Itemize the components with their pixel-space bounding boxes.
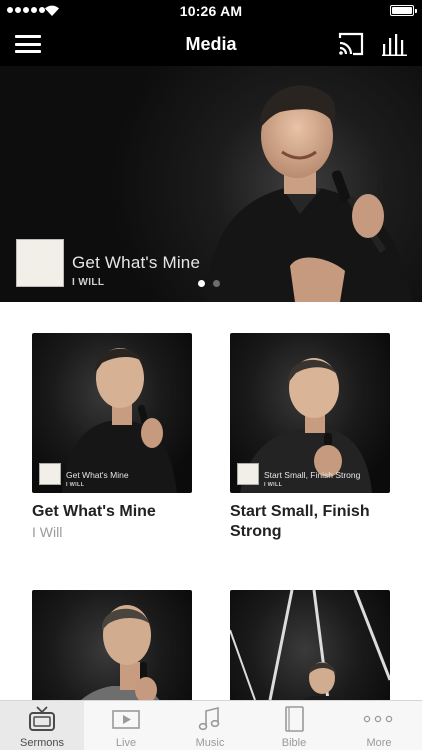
video-icon (112, 710, 140, 729)
sermon-title: Start Small, Finish Strong (230, 503, 370, 540)
series-artwork-thumbnail (39, 463, 61, 485)
music-note-icon (198, 706, 220, 731)
tab-music[interactable]: Music (168, 701, 252, 750)
page-dot[interactable] (213, 280, 220, 287)
more-dots-icon (363, 715, 393, 723)
featured-sermon-banner[interactable]: Get What's Mine I WILL (0, 66, 422, 302)
status-time: 10:26 AM (179, 3, 243, 19)
tab-more[interactable]: More (336, 701, 422, 750)
tab-label: Sermons (19, 737, 65, 749)
tab-bar: Sermons Live Music Bible More (0, 700, 422, 750)
thumbnail-series: I WILL (66, 482, 85, 488)
tab-live[interactable]: Live (84, 701, 168, 750)
tab-sermons[interactable]: Sermons (0, 701, 84, 750)
thumbnail-series: I WILL (264, 482, 283, 488)
cast-icon[interactable] (337, 31, 365, 57)
navigation-bar: Media (0, 22, 422, 66)
tab-label: Bible (281, 737, 307, 749)
book-icon (285, 706, 304, 732)
sermon-thumbnail[interactable]: Get What's Mine I WILL (32, 333, 192, 493)
tab-label: Music (195, 737, 225, 749)
series-name: I Will (32, 524, 63, 540)
hero-sermon-title: Get What's Mine (72, 253, 201, 272)
carousel-page-indicator[interactable] (198, 280, 220, 287)
thumbnail-title: Get What's Mine (66, 470, 129, 480)
tab-label: Live (115, 737, 137, 749)
sermon-title: Get What's Mine (32, 503, 156, 520)
series-artwork-thumbnail (16, 239, 64, 287)
sermon-card[interactable]: Start Small, Finish Strong I WILL Start … (230, 333, 390, 544)
thumbnail-title: Start Small, Finish Strong (264, 470, 361, 480)
tab-bible[interactable]: Bible (252, 701, 336, 750)
tab-label: More (366, 737, 392, 749)
status-bar: 10:26 AM (0, 0, 422, 22)
sermon-thumbnail[interactable]: Start Small, Finish Strong I WILL (230, 333, 390, 493)
series-artwork-thumbnail (237, 463, 259, 485)
audio-bars-icon[interactable] (382, 32, 408, 56)
tv-icon (29, 706, 55, 731)
hero-series-label: I WILL (72, 277, 105, 288)
sermon-card[interactable]: Get What's Mine I WILL Get What's Mine I… (32, 333, 192, 540)
battery-icon (390, 5, 417, 16)
page-dot-active[interactable] (198, 280, 205, 287)
